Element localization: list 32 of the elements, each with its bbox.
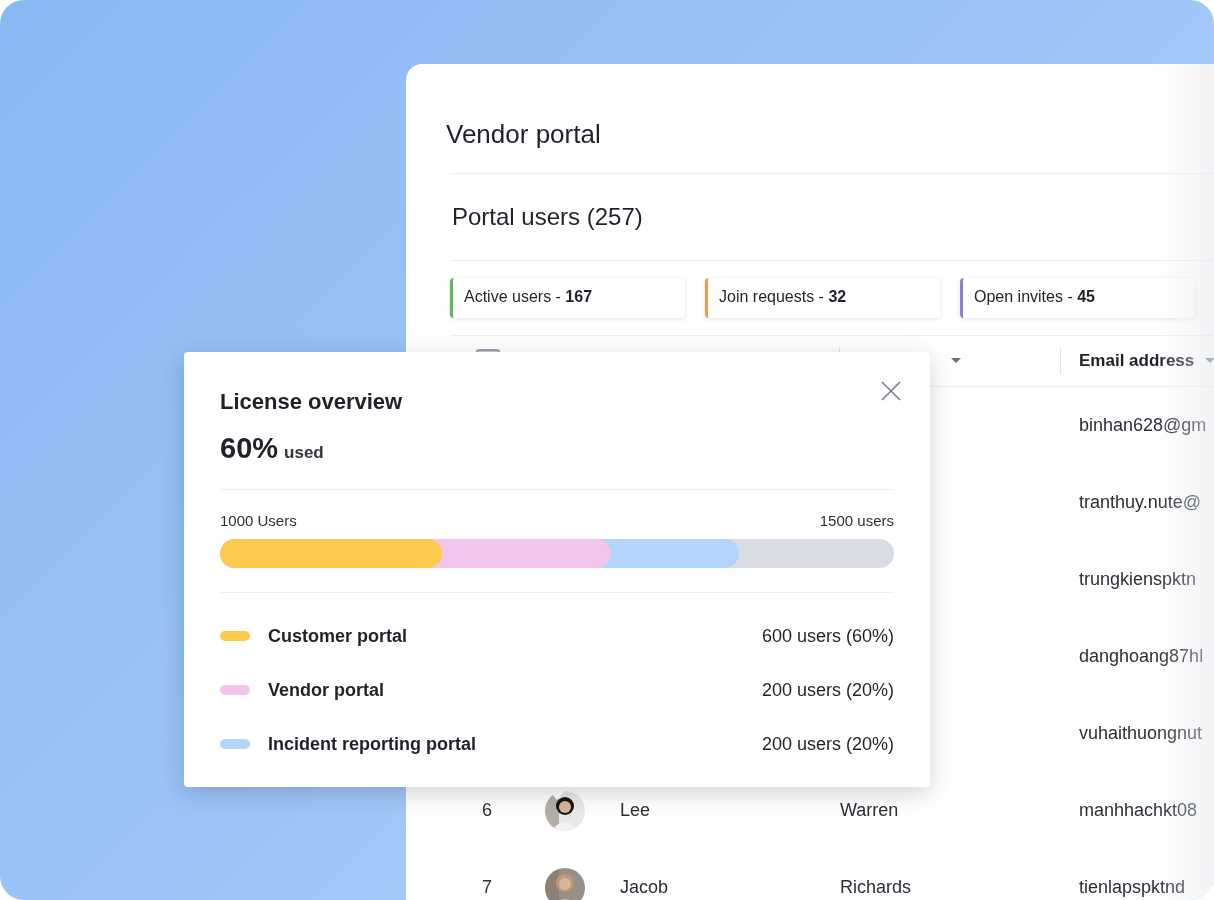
table-cell-text: tranthuy.nute@ [1078, 492, 1202, 513]
table-cell-text: Jacob [620, 877, 670, 898]
caret-icon[interactable] [950, 357, 962, 365]
legend-label: Incident reporting portal [268, 733, 477, 755]
table-cell-text: Warren [840, 800, 900, 821]
column-header[interactable]: Email address [1079, 351, 1195, 371]
table-cell-text: tienlapspktnd [1078, 877, 1187, 898]
legend-label: Customer portal [268, 625, 409, 647]
table-cell-text: Richards [840, 877, 913, 898]
legend-label: Vendor portal [268, 679, 385, 701]
table-cell-text: manhhachkt08 [1078, 800, 1199, 821]
row-number: 6 [481, 800, 493, 821]
usage-label: used [284, 443, 324, 463]
legend-value: 600 users (60%) [761, 625, 894, 647]
legend-value: 200 users (20%) [761, 733, 894, 755]
usage-percent: 60% [220, 432, 279, 465]
table-cell-text: danghoang87hl [1078, 646, 1205, 667]
page-title: Vendor portal [446, 118, 602, 151]
max-label: 1500 users [819, 512, 894, 529]
table-cell-text: binhan628@gm [1078, 415, 1208, 436]
stat-tab[interactable]: Active users - 167 [450, 278, 685, 318]
table-cell-text: Lee [620, 800, 652, 821]
table-cell-text: vuhaithuongnut [1078, 723, 1204, 744]
min-label: 1000 Users [220, 512, 297, 529]
section-title: Portal users (257) [452, 202, 644, 232]
legend-value: 200 users (20%) [761, 679, 894, 701]
row-number: 7 [481, 877, 493, 898]
table-cell-text: trungkienspktn [1078, 569, 1198, 590]
close-icon[interactable] [880, 380, 902, 402]
popover-title: License overview [220, 388, 404, 416]
stat-tab[interactable]: Open invites - 45 [960, 278, 1195, 318]
stat-tab[interactable]: Join requests - 32 [705, 278, 940, 318]
